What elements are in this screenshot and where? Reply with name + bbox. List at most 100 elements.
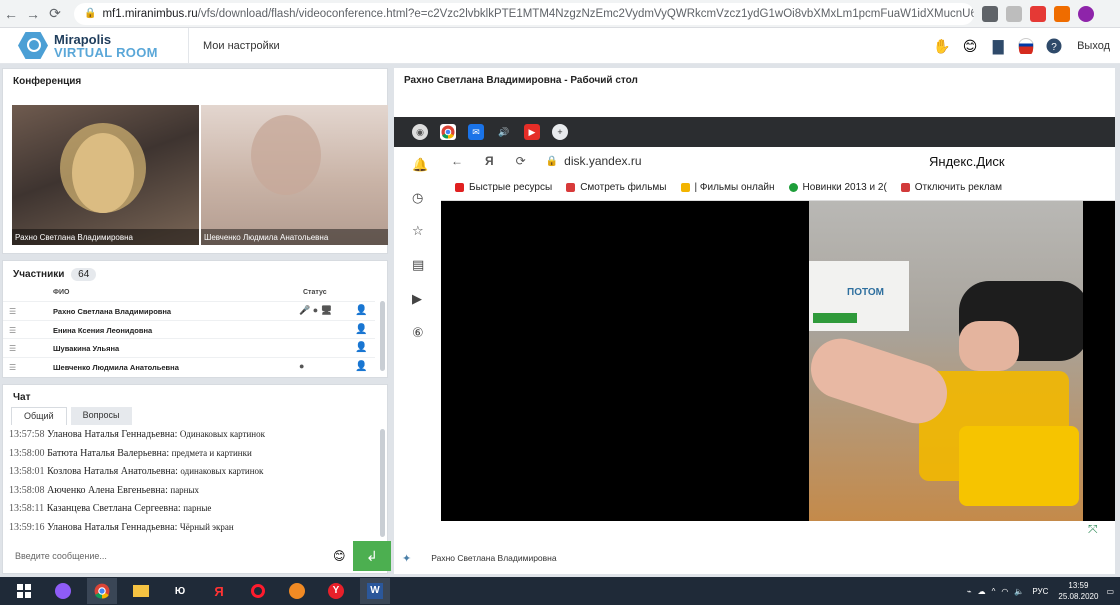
alice-icon[interactable]: [48, 578, 78, 604]
chat-message: 13:59:16 Уланова Наталья Геннадьевна: Чё…: [9, 521, 234, 533]
chat-message: 13:58:08 Аюченко Алена Евгеньевна: парны…: [9, 484, 200, 496]
drag-handle-icon[interactable]: ☰: [9, 326, 16, 335]
drag-handle-icon[interactable]: ☰: [9, 344, 16, 353]
player-icon: ▶: [412, 291, 422, 306]
chat-scrollbar[interactable]: [380, 429, 385, 537]
bookmark-icon: [680, 183, 690, 192]
chrome-taskbar-icon[interactable]: [87, 578, 117, 604]
yandex-icon[interactable]: Y: [321, 578, 351, 604]
new-tab-icon: +: [552, 124, 568, 140]
bookmark-icon: [455, 183, 464, 192]
yandex-browser-icon[interactable]: Я: [204, 578, 234, 604]
help-icon[interactable]: ?: [1045, 37, 1063, 55]
url-host: mf1.miranimbus.ru: [102, 7, 198, 20]
video-tile[interactable]: Шевченко Людмила Анатольевна: [201, 105, 388, 245]
camera-icon[interactable]: [982, 5, 998, 22]
desktop-title: Рахно Светлана Владимировна - Рабочий ст…: [404, 75, 638, 86]
logo-line1: Mirapolis: [54, 31, 112, 47]
extension-icon[interactable]: [1054, 5, 1070, 22]
youtube-icon: ▶: [524, 124, 540, 140]
chat-message: 13:58:11 Казанцева Светлана Сергеевна: п…: [9, 503, 212, 514]
folder-icon[interactable]: ▇: [989, 37, 1007, 55]
shared-address-bar: ← Я ⟳ 🔒 disk.yandex.ru Яндекс.Диск: [441, 147, 1115, 175]
raise-hand-icon[interactable]: ✋: [933, 37, 951, 55]
file-explorer-icon[interactable]: [126, 578, 156, 604]
bookmark-icon: [788, 183, 798, 192]
presenter-name: Рахно Светлана Владимировна: [431, 553, 557, 563]
tab-general[interactable]: Общий: [11, 407, 67, 425]
notifications-icon[interactable]: ▭: [1106, 587, 1114, 596]
chat-messages: 13:57:58 Уланова Наталья Геннадьевна: Од…: [9, 429, 379, 540]
clock-time: 13:59: [1068, 581, 1089, 590]
bookmark-icon: [900, 183, 910, 192]
app-icon[interactable]: Ю: [165, 578, 195, 604]
word-icon[interactable]: W: [360, 578, 390, 604]
volume-icon[interactable]: 🔈: [1014, 587, 1024, 596]
participant-status-icons: 🎤 ● 🖥: [299, 305, 333, 315]
shared-browser-tabs: ◉ ✉ 🔊 ▶ +: [394, 117, 1115, 147]
conference-title: Конференция: [13, 76, 82, 87]
svg-text:?: ?: [1051, 42, 1057, 53]
language-flag-icon[interactable]: [1017, 37, 1035, 55]
windows-start-icon[interactable]: [9, 578, 39, 604]
presenter-bar: ✦ Рахно Светлана Владимировна: [394, 545, 1115, 571]
chevron-up-icon[interactable]: ^: [992, 587, 996, 596]
cloud-icon[interactable]: ☁: [978, 587, 986, 596]
enter-icon: ↲: [366, 547, 378, 564]
participants-scrollbar[interactable]: [380, 301, 385, 371]
tab-questions[interactable]: Вопросы: [70, 407, 132, 425]
back-icon[interactable]: ←: [0, 6, 22, 22]
windows-taskbar: Ю Я Y W ⌁ ☁ ^ ◠ 🔈 РУС 13:59 25.08.2020 ▭: [0, 577, 1120, 605]
video-name-label: Шевченко Людмила Анатольевна: [201, 229, 388, 245]
address-bar[interactable]: 🔒 mf1.miranimbus.ru /vfs/download/flash/…: [74, 2, 974, 25]
media-player-icon[interactable]: [282, 578, 312, 604]
logout-button[interactable]: Выход: [1077, 40, 1110, 52]
chat-message: 13:58:00 Батюта Наталья Валерьевна: пред…: [9, 447, 252, 459]
language-indicator[interactable]: РУС: [1032, 587, 1048, 596]
opera-icon[interactable]: [243, 578, 273, 604]
bookmark: Быстрые ресурсы: [455, 182, 552, 193]
clock-icon: ◷: [412, 190, 424, 205]
presenter-icon: ✦: [402, 552, 412, 565]
participant-name: Рахно Светлана Владимировна: [53, 307, 172, 316]
profile-icon[interactable]: [1078, 5, 1094, 22]
network-icon[interactable]: ⌁: [967, 587, 972, 596]
participant-row[interactable]: ☰ Рахно Светлана Владимировна 🎤 ● 🖥 👤: [3, 301, 375, 320]
my-settings-menu[interactable]: Мои настройки: [188, 27, 280, 64]
counter-icon: ⑥: [412, 325, 424, 340]
shared-video-frame: ПОТОМ: [809, 201, 1083, 521]
participants-label: Участники: [13, 269, 65, 280]
forward-icon[interactable]: →: [22, 6, 44, 22]
clock[interactable]: 13:59 25.08.2020: [1058, 580, 1098, 602]
emoji-icon[interactable]: 😊: [333, 549, 346, 563]
lock-icon: 🔒: [84, 8, 97, 19]
column-status-header: Статус: [303, 289, 327, 296]
send-button[interactable]: ↲: [353, 541, 391, 571]
emotion-icon[interactable]: 😊: [961, 37, 979, 55]
drag-handle-icon[interactable]: ☰: [9, 363, 16, 372]
participant-status-icons: ●: [299, 360, 305, 371]
participant-row[interactable]: ☰ Шевченко Людмила Анатольевна ● 👤: [3, 356, 375, 376]
system-tray: ⌁ ☁ ^ ◠ 🔈 РУС 13:59 25.08.2020 ▭: [961, 577, 1114, 605]
user-avatar-icon: 👤: [355, 323, 368, 335]
participant-row[interactable]: ☰ Енина Ксения Леонидовна 👤: [3, 319, 375, 339]
reload-icon[interactable]: ⟳: [44, 5, 66, 22]
video-tile[interactable]: Рахно Светлана Владимировна: [12, 105, 199, 245]
star-icon[interactable]: [1006, 5, 1022, 22]
drag-handle-icon[interactable]: ☰: [9, 307, 16, 316]
fullscreen-icon[interactable]: ⤧: [1088, 522, 1098, 537]
chrome-icon: [440, 124, 456, 140]
bookmark-icon: [566, 183, 576, 192]
user-avatar-icon: 👤: [355, 342, 368, 353]
wifi-icon[interactable]: ◠: [1001, 587, 1008, 596]
extension-icon[interactable]: [1030, 5, 1046, 22]
conference-panel: Конференция Рахно Светлана Владимировна …: [2, 68, 388, 254]
chat-panel: Чат Общий Вопросы 13:57:58 Уланова Натал…: [2, 384, 391, 574]
participant-name: Енина Ксения Леонидовна: [53, 325, 153, 335]
app-header: Mirapolis VIRTUAL ROOM Мои настройки ✋ 😊…: [0, 27, 1120, 64]
profile-icon: ◉: [412, 124, 428, 140]
chat-input[interactable]: Введите сообщение...: [15, 551, 107, 561]
shared-url: disk.yandex.ru: [564, 154, 642, 168]
shared-bookmarks-bar: Быстрые ресурсы Смотреть фильмы | Фильмы…: [441, 175, 1115, 201]
participant-row[interactable]: ☰ Шувакина Ульяна 👤: [3, 338, 375, 357]
